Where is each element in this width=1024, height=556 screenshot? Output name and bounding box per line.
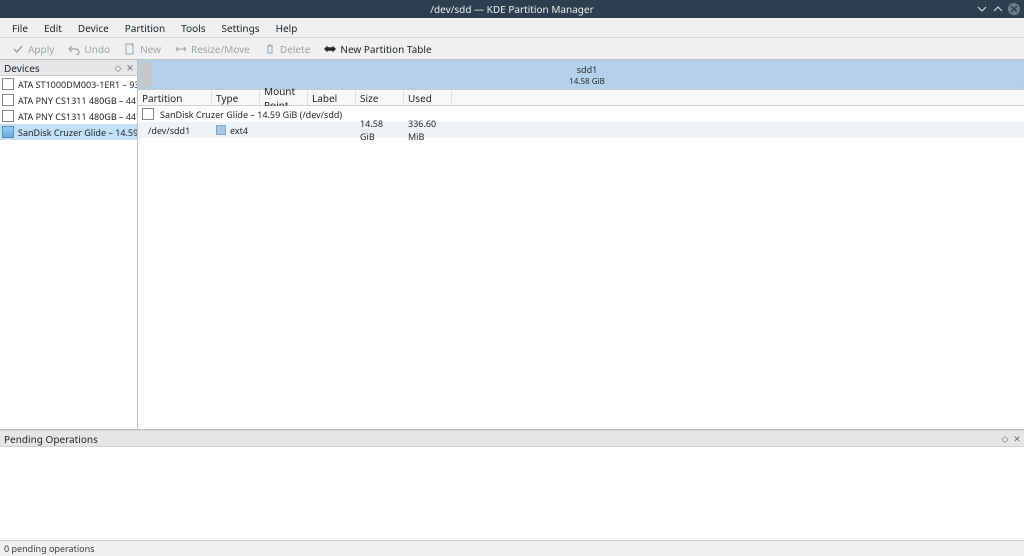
- apply-label: Apply: [28, 42, 54, 56]
- apply-button[interactable]: Apply: [6, 39, 60, 59]
- undo-button[interactable]: Undo: [62, 39, 116, 59]
- cell-partition-text: /dev/sdd1: [148, 124, 190, 137]
- usb-drive-icon: [2, 126, 14, 138]
- toolbar: Apply Undo New Resize/Move Delete New Pa…: [0, 38, 1024, 60]
- partition-row[interactable]: /dev/sdd1 ext4 14.58 GiB 336.60 MiB: [138, 122, 1024, 138]
- menubar: File Edit Device Partition Tools Setting…: [0, 18, 1024, 38]
- panel-close-icon[interactable]: ✕: [125, 63, 135, 73]
- menu-edit[interactable]: Edit: [36, 21, 70, 35]
- new-button[interactable]: New: [118, 39, 167, 59]
- pending-panel-title: Pending Operations: [4, 432, 98, 446]
- check-icon: [12, 43, 24, 55]
- col-flags[interactable]: [452, 90, 1024, 105]
- menu-file[interactable]: File: [4, 21, 36, 35]
- device-row[interactable]: ATA PNY CS1311 480GB – 447.13 GiB (/…: [0, 108, 137, 124]
- col-used[interactable]: Used: [404, 90, 452, 105]
- partition-table-header: Partition Type Mount Point Label Size Us…: [138, 90, 1024, 106]
- status-text: 0 pending operations: [4, 542, 95, 555]
- menu-device[interactable]: Device: [70, 21, 117, 35]
- resize-label: Resize/Move: [191, 42, 250, 56]
- devices-panel-title: Devices: [4, 61, 40, 75]
- cell-type: ext4: [212, 124, 260, 137]
- new-partition-table-button[interactable]: New Partition Table: [318, 39, 437, 59]
- partition-table-icon: [324, 43, 336, 55]
- partition-view: sdd1 14.58 GiB Partition Type Mount Poin…: [138, 60, 1024, 429]
- window-title: /dev/sdd — KDE Partition Manager: [0, 2, 1024, 16]
- partition-viz-size: 14.58 GiB: [569, 76, 605, 87]
- partition-viz-name: sdd1: [577, 63, 598, 76]
- maximize-button[interactable]: [992, 3, 1004, 15]
- pending-list: [0, 447, 1024, 541]
- menu-tools[interactable]: Tools: [173, 21, 213, 35]
- disk-summary-row[interactable]: SanDisk Cruzer Glide – 14.59 GiB (/dev/s…: [138, 106, 1024, 122]
- col-partition[interactable]: Partition: [138, 90, 212, 105]
- new-label: New: [140, 42, 161, 56]
- partition-viz-handle[interactable]: [140, 62, 152, 87]
- main-split: Devices ◇ ✕ ATA ST1000DM003-1ER1 – 931.5…: [0, 60, 1024, 430]
- panel-close-icon[interactable]: ✕: [1012, 434, 1022, 444]
- cell-used: 336.60 MiB: [404, 117, 452, 143]
- devices-panel: Devices ◇ ✕ ATA ST1000DM003-1ER1 – 931.5…: [0, 60, 138, 429]
- cell-type-text: ext4: [230, 124, 248, 137]
- cell-size: 14.58 GiB: [356, 117, 404, 143]
- close-button[interactable]: [1008, 3, 1020, 15]
- minimize-button[interactable]: [976, 3, 988, 15]
- panel-float-icon[interactable]: ◇: [1000, 434, 1010, 444]
- device-label: ATA PNY CS1311 480GB – 447.13 GiB (/…: [18, 94, 137, 107]
- hdd-icon: [2, 78, 14, 90]
- col-label[interactable]: Label: [308, 90, 356, 105]
- resize-icon: [175, 43, 187, 55]
- hdd-icon: [142, 108, 154, 120]
- menu-help[interactable]: Help: [268, 21, 306, 35]
- col-type[interactable]: Type: [212, 90, 260, 105]
- statusbar: 0 pending operations: [0, 541, 1024, 555]
- delete-button[interactable]: Delete: [258, 39, 316, 59]
- device-row[interactable]: ATA PNY CS1311 480GB – 447.13 GiB (/…: [0, 92, 137, 108]
- panel-float-icon[interactable]: ◇: [113, 63, 123, 73]
- resize-button[interactable]: Resize/Move: [169, 39, 256, 59]
- undo-label: Undo: [84, 42, 110, 56]
- new-icon: [124, 43, 136, 55]
- trash-icon: [264, 43, 276, 55]
- device-label: ATA ST1000DM003-1ER1 – 931.51 GiB (…: [18, 78, 137, 91]
- pending-panel-header: Pending Operations ◇ ✕: [0, 431, 1024, 447]
- disk-summary-label: SanDisk Cruzer Glide – 14.59 GiB (/dev/s…: [160, 108, 342, 121]
- titlebar: /dev/sdd — KDE Partition Manager: [0, 0, 1024, 18]
- hdd-icon: [2, 94, 14, 106]
- devices-panel-header: Devices ◇ ✕: [0, 60, 137, 76]
- hdd-icon: [2, 110, 14, 122]
- ext4-icon: [216, 125, 226, 135]
- delete-label: Delete: [280, 42, 310, 56]
- window-controls: [976, 3, 1020, 15]
- col-mount[interactable]: Mount Point: [260, 90, 308, 105]
- menu-settings[interactable]: Settings: [214, 21, 268, 35]
- menu-partition[interactable]: Partition: [117, 21, 173, 35]
- partition-table-body: SanDisk Cruzer Glide – 14.59 GiB (/dev/s…: [138, 106, 1024, 429]
- device-label: SanDisk Cruzer Glide – 14.59 GiB (/dev…: [18, 126, 137, 139]
- undo-icon: [68, 43, 80, 55]
- device-row[interactable]: SanDisk Cruzer Glide – 14.59 GiB (/dev…: [0, 124, 137, 140]
- device-row[interactable]: ATA ST1000DM003-1ER1 – 931.51 GiB (…: [0, 76, 137, 92]
- device-label: ATA PNY CS1311 480GB – 447.13 GiB (/…: [18, 110, 137, 123]
- pending-panel: Pending Operations ◇ ✕: [0, 430, 1024, 541]
- new-partition-table-label: New Partition Table: [340, 42, 431, 56]
- col-size[interactable]: Size: [356, 90, 404, 105]
- cell-partition: /dev/sdd1: [138, 124, 212, 137]
- device-list: ATA ST1000DM003-1ER1 – 931.51 GiB (… ATA…: [0, 76, 137, 429]
